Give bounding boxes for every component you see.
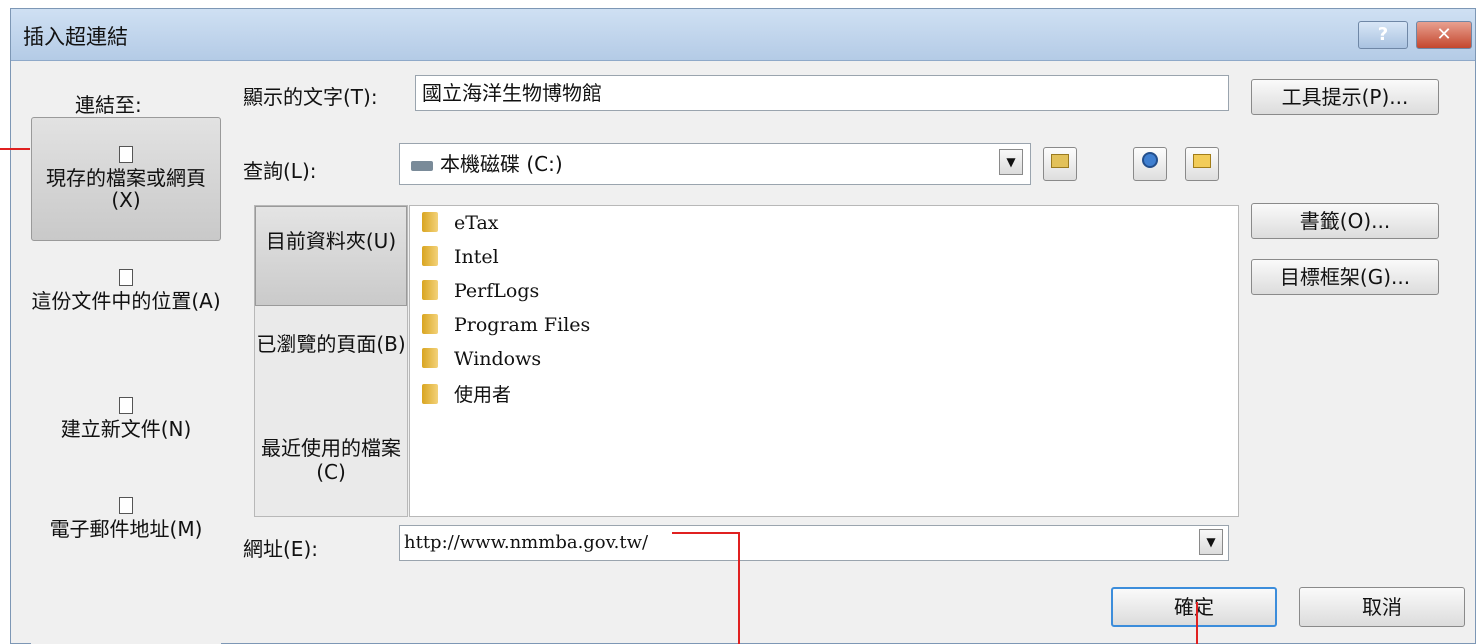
address-dropdown-button[interactable]: ▼ — [1199, 529, 1223, 555]
globe-search-icon — [1142, 152, 1158, 168]
dialog-title: 插入超連結 — [23, 25, 128, 49]
link-to-panel: 現存的檔案或網頁(X) 這份文件中的位置(A) 建立新文件(N) 電子郵件地址(… — [31, 117, 221, 644]
scope-current-folder[interactable]: 目前資料夾(U) — [255, 206, 407, 306]
help-button[interactable]: ? — [1358, 21, 1408, 49]
browse-scope-panel: 目前資料夾(U) 已瀏覽的頁面(B) 最近使用的檔案(C) — [254, 205, 408, 517]
open-folder-icon — [1193, 154, 1211, 168]
screentip-button[interactable]: 工具提示(P)... — [1251, 79, 1439, 115]
insert-hyperlink-dialog: 插入超連結 ? ✕ 連結至: 現存的檔案或網頁(X) 這份文件中的位置(A) 建… — [10, 8, 1476, 644]
close-button[interactable]: ✕ — [1416, 21, 1472, 49]
folder-icon — [422, 314, 438, 334]
list-item[interactable]: 使用者 — [422, 380, 511, 410]
browse-web-button[interactable] — [1133, 147, 1167, 181]
scope-recent-files[interactable]: 最近使用的檔案(C) — [255, 428, 407, 514]
display-text-input[interactable]: 國立海洋生物博物館 — [415, 75, 1229, 111]
email-document-icon — [119, 497, 133, 514]
nav-item-label: 這份文件中的位置(A) — [31, 289, 221, 313]
annotation-line-nav — [0, 148, 30, 150]
browse-file-button[interactable] — [1185, 147, 1219, 181]
nav-place-in-document[interactable]: 這份文件中的位置(A) — [31, 265, 221, 355]
folder-up-icon — [1051, 154, 1069, 168]
scope-browsed-pages[interactable]: 已瀏覽的頁面(B) — [255, 324, 407, 414]
nav-existing-file-or-webpage[interactable]: 現存的檔案或網頁(X) — [31, 117, 221, 241]
nav-email-address[interactable]: 電子郵件地址(M) — [31, 497, 221, 577]
annotation-line-ok — [1196, 602, 1198, 644]
link-to-label: 連結至: — [75, 93, 142, 117]
bookmark-button[interactable]: 書籤(O)... — [1251, 203, 1439, 239]
display-text-label: 顯示的文字(T): — [243, 85, 378, 109]
document-globe-icon — [119, 146, 133, 163]
look-in-label: 查詢(L): — [243, 159, 317, 183]
ok-button[interactable]: 確定 — [1111, 587, 1277, 627]
cancel-button[interactable]: 取消 — [1299, 587, 1465, 627]
new-document-icon — [119, 397, 133, 414]
list-item[interactable]: Program Files — [422, 314, 590, 344]
address-input[interactable]: http://www.nmmba.gov.tw/ — [399, 525, 1229, 561]
annotation-line-address-vertical — [738, 532, 740, 644]
look-in-dropdown-button[interactable]: ▼ — [999, 149, 1023, 175]
title-bar: 插入超連結 ? ✕ — [11, 9, 1475, 61]
folder-icon — [422, 280, 438, 300]
list-item[interactable]: PerfLogs — [422, 280, 539, 310]
list-item[interactable]: Intel — [422, 246, 499, 276]
annotation-line-address — [672, 532, 740, 534]
target-frame-button[interactable]: 目標框架(G)... — [1251, 259, 1439, 295]
look-in-value: 本機磁碟 (C:) — [440, 152, 563, 176]
look-in-combobox[interactable]: 本機磁碟 (C:) — [399, 143, 1031, 185]
list-item[interactable]: eTax — [422, 212, 499, 242]
folder-icon — [422, 212, 438, 232]
nav-item-label: 建立新文件(N) — [60, 417, 192, 441]
nav-create-new-document[interactable]: 建立新文件(N) — [31, 397, 221, 467]
file-list[interactable]: eTax Intel PerfLogs Program Files Window… — [409, 205, 1239, 517]
address-label: 網址(E): — [243, 537, 318, 561]
nav-item-label: 電子郵件地址(M) — [49, 517, 203, 541]
folder-icon — [422, 384, 438, 404]
folder-icon — [422, 246, 438, 266]
list-item[interactable]: Windows — [422, 348, 541, 378]
drive-icon — [411, 161, 433, 171]
folder-icon — [422, 348, 438, 368]
nav-item-label: 現存的檔案或網頁(X) — [46, 166, 206, 212]
document-bookmark-icon — [119, 269, 133, 286]
up-one-folder-button[interactable] — [1043, 147, 1077, 181]
